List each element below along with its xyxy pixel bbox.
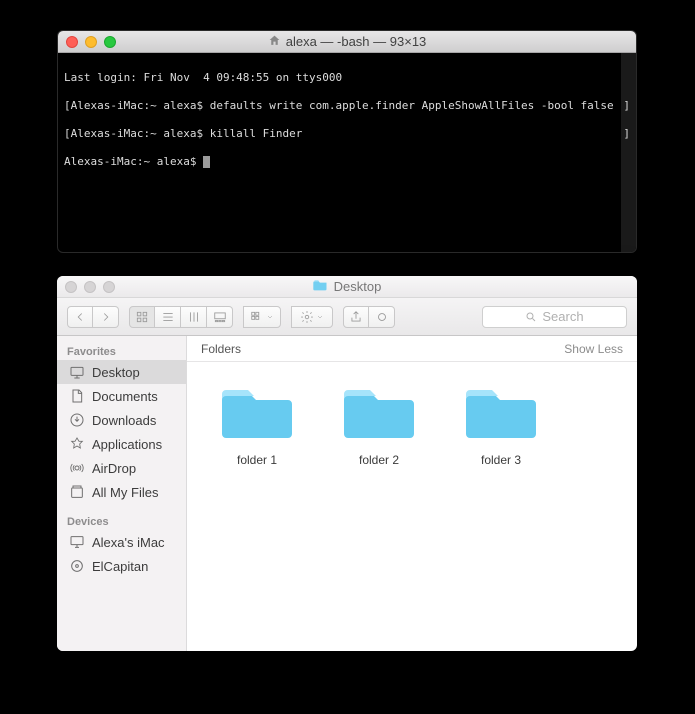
sidebar-item-desktop[interactable]: Desktop [57, 360, 186, 384]
folder-grid[interactable]: folder 1 folder 2 folder 3 [187, 362, 637, 651]
home-icon [268, 34, 281, 50]
folder-label: folder 1 [237, 453, 277, 467]
downloads-icon [69, 412, 85, 428]
sidebar-item-label: Alexa's iMac [92, 535, 165, 550]
folder-icon [222, 384, 292, 443]
sidebar-item-label: Documents [92, 389, 158, 404]
view-column-button[interactable] [181, 306, 207, 328]
finder-toolbar: Search [57, 298, 637, 336]
view-list-button[interactable] [155, 306, 181, 328]
finder-window: Desktop Search Favorites [57, 276, 637, 651]
sidebar-item-label: Applications [92, 437, 162, 452]
forward-button[interactable] [93, 306, 119, 328]
search-input[interactable]: Search [482, 306, 627, 328]
folder-item[interactable]: folder 2 [339, 384, 419, 629]
finder-title-text: Desktop [334, 279, 382, 294]
share-button[interactable] [343, 306, 369, 328]
folder-label: folder 3 [481, 453, 521, 467]
sidebar-item-downloads[interactable]: Downloads [57, 408, 186, 432]
action-button[interactable] [291, 306, 333, 328]
tags-button[interactable] [369, 306, 395, 328]
airdrop-icon [69, 460, 85, 476]
terminal-line: [Alexas-iMac:~ alexa$ killall Finder [64, 127, 302, 141]
sidebar-item-airdrop[interactable]: AirDrop [57, 456, 186, 480]
terminal-titlebar[interactable]: alexa — -bash — 93×13 [58, 31, 636, 53]
sidebar-item-label: All My Files [92, 485, 158, 500]
section-title: Folders [201, 342, 241, 356]
back-button[interactable] [67, 306, 93, 328]
terminal-line: [Alexas-iMac:~ alexa$ defaults write com… [64, 99, 614, 113]
imac-icon [69, 534, 85, 550]
sidebar-item-applications[interactable]: Applications [57, 432, 186, 456]
sidebar-item-label: AirDrop [92, 461, 136, 476]
arrange-button[interactable] [243, 306, 281, 328]
terminal-body[interactable]: Last login: Fri Nov 4 09:48:55 on ttys00… [58, 53, 636, 201]
sidebar-item-label: Downloads [92, 413, 156, 428]
cursor-icon [203, 156, 210, 168]
folder-icon [313, 279, 328, 294]
terminal-line: Last login: Fri Nov 4 09:48:55 on ttys00… [64, 71, 342, 85]
sidebar-item-label: ElCapitan [92, 559, 148, 574]
view-icon-button[interactable] [129, 306, 155, 328]
sidebar-header-favorites: Favorites [57, 342, 186, 360]
search-placeholder: Search [542, 309, 583, 324]
folder-item[interactable]: folder 1 [217, 384, 297, 629]
sidebar-header-devices: Devices [57, 512, 186, 530]
folder-label: folder 2 [359, 453, 399, 467]
folder-icon [344, 384, 414, 443]
desktop-icon [69, 364, 85, 380]
finder-titlebar[interactable]: Desktop [57, 276, 637, 298]
folder-item[interactable]: folder 3 [461, 384, 541, 629]
section-header: Folders Show Less [187, 336, 637, 362]
document-icon [69, 388, 85, 404]
show-less-button[interactable]: Show Less [564, 342, 623, 356]
terminal-title: alexa — -bash — 93×13 [286, 34, 427, 49]
allfiles-icon [69, 484, 85, 500]
finder-sidebar: Favorites Desktop Documents Downloads Ap… [57, 336, 187, 651]
sidebar-item-label: Desktop [92, 365, 140, 380]
sidebar-item-imac[interactable]: Alexa's iMac [57, 530, 186, 554]
finder-content: Folders Show Less folder 1 folder 2 [187, 336, 637, 651]
applications-icon [69, 436, 85, 452]
terminal-prompt: Alexas-iMac:~ alexa$ [64, 155, 203, 168]
view-gallery-button[interactable] [207, 306, 233, 328]
search-icon [525, 311, 537, 323]
terminal-window: alexa — -bash — 93×13 Last login: Fri No… [57, 30, 637, 253]
sidebar-item-documents[interactable]: Documents [57, 384, 186, 408]
sidebar-item-disk[interactable]: ElCapitan [57, 554, 186, 578]
folder-icon [466, 384, 536, 443]
disk-icon [69, 558, 85, 574]
sidebar-item-allfiles[interactable]: All My Files [57, 480, 186, 504]
